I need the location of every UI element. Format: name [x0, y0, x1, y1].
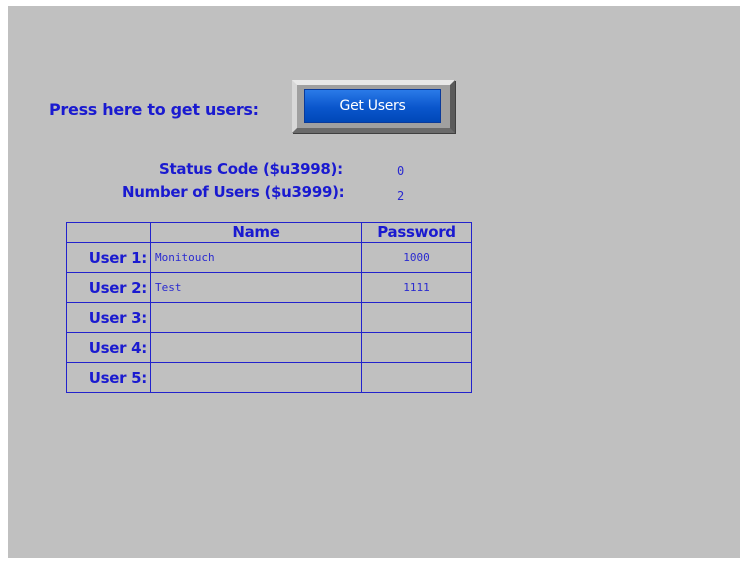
get-users-button[interactable]: Get Users	[304, 89, 441, 123]
user-row-1: User 1: Monitouch 1000	[66, 242, 472, 273]
get-users-prompt: Press here to get users:	[49, 100, 259, 119]
hmi-screen: Press here to get users: Get Users Statu…	[8, 6, 740, 558]
users-table-corner	[66, 222, 151, 243]
users-table-header-row: Name Password	[66, 222, 472, 243]
user-row-label: User 2:	[66, 272, 151, 303]
user-row-label: User 4:	[66, 332, 151, 363]
user-password-cell	[361, 332, 472, 363]
user-row-3: User 3:	[66, 302, 472, 333]
user-row-label: User 3:	[66, 302, 151, 333]
user-name-cell: Test	[150, 272, 362, 303]
user-password-cell	[361, 302, 472, 333]
name-column-header: Name	[150, 222, 362, 243]
user-password-cell	[361, 362, 472, 393]
user-name-cell: Monitouch	[150, 242, 362, 273]
num-users-value: 2	[397, 189, 405, 203]
num-users-label: Number of Users ($u3999):	[122, 183, 345, 201]
user-name-cell	[150, 362, 362, 393]
user-password-cell: 1000	[361, 242, 472, 273]
user-name-cell	[150, 302, 362, 333]
user-row-5: User 5:	[66, 362, 472, 393]
status-code-label: Status Code ($u3998):	[159, 160, 343, 178]
user-row-4: User 4:	[66, 332, 472, 363]
status-code-value: 0	[397, 164, 405, 178]
user-name-cell	[150, 332, 362, 363]
user-row-label: User 1:	[66, 242, 151, 273]
user-row-2: User 2: Test 1111	[66, 272, 472, 303]
users-table: Name Password User 1: Monitouch 1000 Use…	[66, 222, 472, 393]
user-password-cell: 1111	[361, 272, 472, 303]
password-column-header: Password	[361, 222, 472, 243]
user-row-label: User 5:	[66, 362, 151, 393]
